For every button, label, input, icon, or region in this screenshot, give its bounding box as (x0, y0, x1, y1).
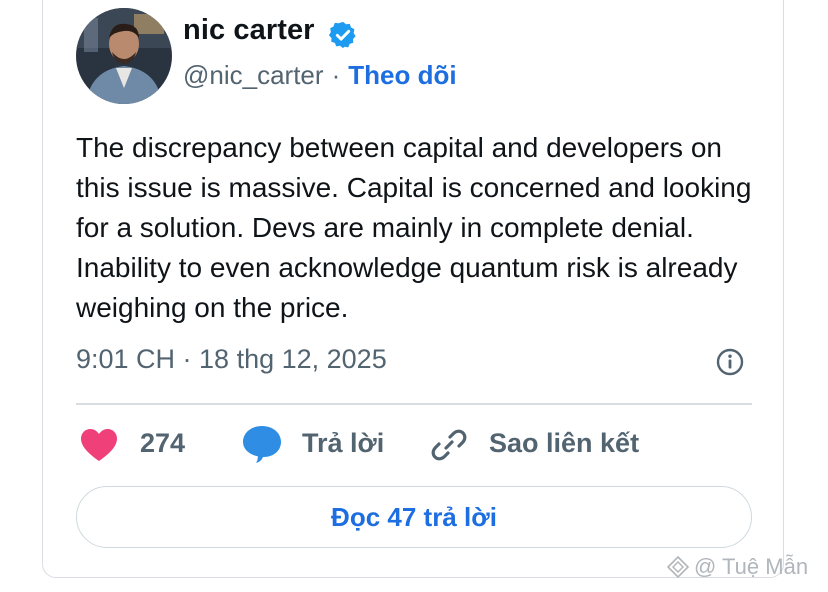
tweet-timestamp[interactable]: 9:01 CH · 18 thg 12, 2025 (76, 344, 387, 375)
watermark: @ Tuệ Mẫn (666, 554, 808, 580)
info-icon[interactable] (715, 347, 745, 377)
separator-dot: · (331, 60, 341, 90)
reply-bubble-icon[interactable] (241, 424, 283, 464)
heart-icon[interactable] (80, 428, 118, 462)
reply-button[interactable]: Trả lời (302, 428, 384, 459)
copy-link-button[interactable]: Sao liên kết (489, 428, 639, 459)
watermark-logo-icon (666, 555, 690, 579)
like-count[interactable]: 274 (140, 428, 185, 459)
watermark-text: @ Tuệ Mẫn (694, 554, 809, 579)
avatar[interactable] (76, 8, 172, 104)
tweet-text: The discrepancy between capital and deve… (76, 132, 752, 323)
author-handle[interactable]: @nic_carter (183, 60, 324, 90)
link-icon[interactable] (430, 426, 468, 464)
follow-link[interactable]: Theo dõi (348, 60, 456, 90)
avatar-image (76, 8, 172, 104)
handle-row: @nic_carter · Theo dõi (183, 60, 457, 91)
divider (76, 403, 752, 405)
read-replies-label: Đọc 47 trả lời (331, 501, 497, 532)
verified-badge-icon (328, 21, 356, 49)
author-name[interactable]: nic carter (183, 14, 315, 47)
read-replies-button[interactable]: Đọc 47 trả lời (76, 486, 752, 548)
